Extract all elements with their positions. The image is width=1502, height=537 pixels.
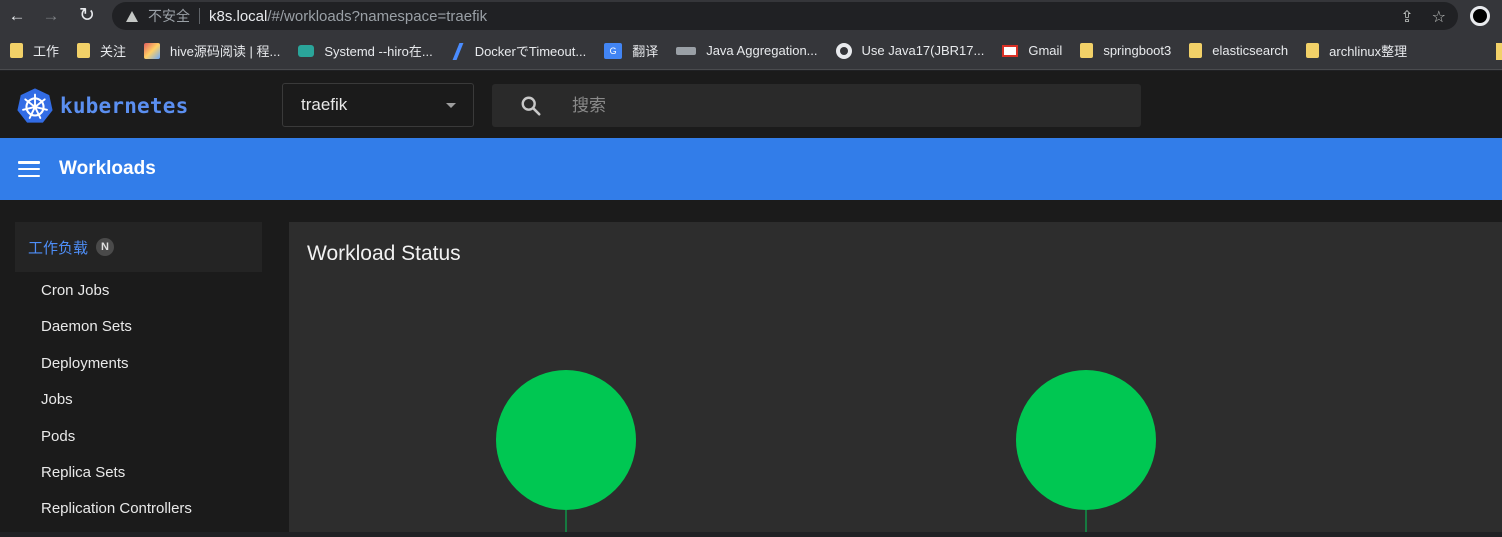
security-label[interactable]: 不安全 xyxy=(148,6,190,26)
github-icon xyxy=(835,42,852,59)
bookmark-item[interactable]: Use Java17(JBR17... xyxy=(835,42,984,59)
bookmark-item[interactable]: DockerでTimeout... xyxy=(451,41,587,60)
sidebar-item-daemon-sets[interactable]: Daemon Sets xyxy=(41,318,192,354)
bookmark-item[interactable]: Systemd --hiro在... xyxy=(298,41,433,60)
bookmark-item[interactable]: G 翻译 xyxy=(604,41,658,60)
folder-icon xyxy=(77,43,91,58)
sidebar-section-label: 工作负载 xyxy=(28,239,89,257)
bookmark-item[interactable]: Gmail xyxy=(1002,43,1062,58)
namespaced-badge: N xyxy=(96,238,115,256)
browser-address-bar: ← → ↻ 不安全 k8s.local /#/workloads?namespa… xyxy=(0,0,1502,32)
bookmark-overflow-folder-icon[interactable] xyxy=(1496,43,1502,60)
sidebar-item-pods[interactable]: Pods xyxy=(41,428,192,464)
back-arrow-icon[interactable]: ← xyxy=(6,5,28,27)
page-title: Workloads xyxy=(59,158,156,179)
hamburger-menu-icon[interactable] xyxy=(18,161,40,178)
kubernetes-wheel-icon xyxy=(17,88,53,123)
omnibox[interactable]: 不安全 k8s.local /#/workloads?namespace=tra… xyxy=(112,2,1458,30)
gmail-icon xyxy=(1002,44,1019,57)
sidebar-item-cron-jobs[interactable]: Cron Jobs xyxy=(41,282,192,318)
caret-down-icon xyxy=(446,103,456,108)
folder-icon xyxy=(1080,43,1094,58)
page-toolbar: Workloads xyxy=(0,138,1502,200)
logo-text: kubernetes xyxy=(60,94,189,118)
forward-arrow-icon[interactable]: → xyxy=(40,5,62,27)
bookmark-item[interactable]: springboot3 xyxy=(1080,43,1171,58)
translate-icon: G xyxy=(604,42,623,59)
url-path[interactable]: /#/workloads?namespace=traefik xyxy=(267,8,487,25)
java-icon xyxy=(676,46,697,55)
workload-status-charts xyxy=(496,370,1156,532)
kubernetes-logo[interactable]: kubernetes xyxy=(16,87,188,125)
site-icon xyxy=(451,43,465,59)
url-host[interactable]: k8s.local xyxy=(209,8,267,25)
folder-icon xyxy=(1189,43,1203,58)
bookmark-item[interactable]: 关注 xyxy=(77,41,126,60)
profile-avatar-icon[interactable] xyxy=(1470,6,1490,26)
bookmark-item[interactable]: 工作 xyxy=(10,41,59,60)
app-header: kubernetes traefik xyxy=(0,71,1502,138)
bookmark-item[interactable]: hive源码阅读 | 程... xyxy=(144,41,280,60)
reload-icon[interactable]: ↻ xyxy=(76,5,98,27)
sidebar-nav: Cron Jobs Daemon Sets Deployments Jobs P… xyxy=(41,282,192,537)
bookmarks-bar: 工作 关注 hive源码阅读 | 程... Systemd --hiro在...… xyxy=(0,32,1502,70)
main-content: 工作负载 N Cron Jobs Daemon Sets Deployments… xyxy=(0,200,1502,532)
bookmark-star-icon[interactable]: ☆ xyxy=(1432,7,1446,27)
omnibox-divider xyxy=(199,8,200,24)
sidebar-item-jobs[interactable]: Jobs xyxy=(41,391,192,427)
workload-status-card: Workload Status xyxy=(289,222,1502,532)
sidebar-item-deployments[interactable]: Deployments xyxy=(41,355,192,391)
search-icon xyxy=(521,96,541,116)
sidebar-item-replication-controllers[interactable]: Replication Controllers xyxy=(41,500,192,536)
sidebar-item-replica-sets[interactable]: Replica Sets xyxy=(41,464,192,500)
warning-icon[interactable] xyxy=(126,10,138,22)
site-icon xyxy=(144,42,161,59)
sidebar-section-workloads[interactable]: 工作负载 N xyxy=(15,222,262,272)
namespace-select[interactable]: traefik xyxy=(282,83,474,127)
folder-icon xyxy=(1306,43,1320,58)
bookmark-item[interactable]: elasticsearch xyxy=(1189,43,1288,58)
status-pie-0-slice-0[interactable] xyxy=(496,370,636,510)
status-pie-1-slice-0[interactable] xyxy=(1016,370,1156,510)
bookmark-item[interactable]: Java Aggregation... xyxy=(676,43,818,58)
share-icon[interactable]: ⇪ xyxy=(1400,7,1413,27)
search-input[interactable] xyxy=(572,84,1112,127)
search-box[interactable] xyxy=(492,84,1141,127)
folder-icon xyxy=(10,43,23,58)
namespace-selected-value: traefik xyxy=(301,95,348,114)
site-icon xyxy=(298,44,315,57)
bookmark-item[interactable]: archlinux整理 xyxy=(1306,41,1407,60)
